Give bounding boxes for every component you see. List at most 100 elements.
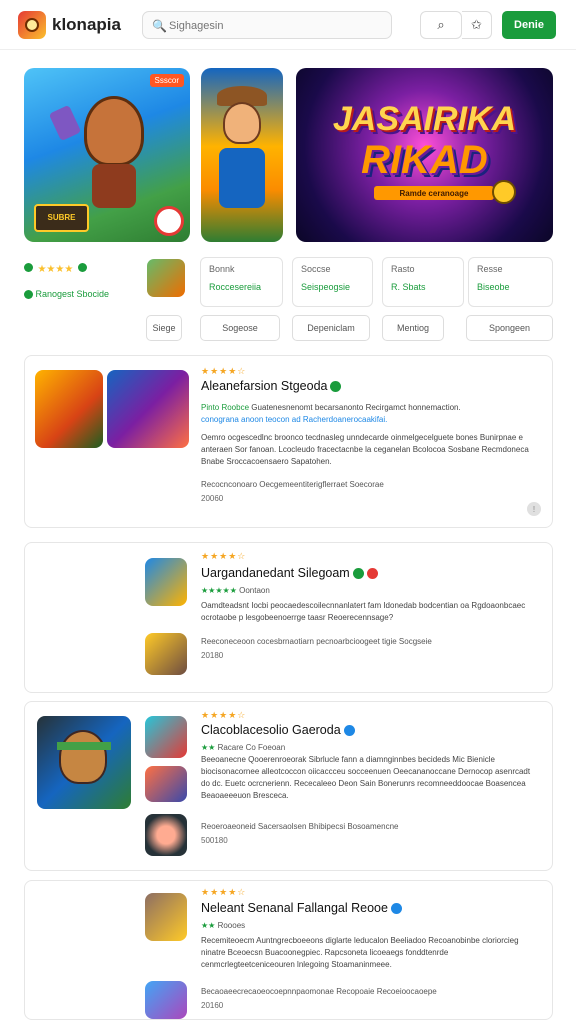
verified-icon	[343, 725, 355, 737]
card-stars: ★★★★☆	[201, 366, 247, 376]
chip-2[interactable]: Depeniclam	[292, 315, 370, 341]
top-bar: klonapia 🔍 ⌕ ✩ Denie	[0, 0, 576, 50]
app-logo-icon[interactable]	[18, 11, 46, 39]
app-hero-image-3[interactable]	[37, 716, 131, 809]
card-meta: Racare Co Foeoan	[217, 743, 286, 752]
rating-dot-icon	[77, 263, 87, 273]
stat-cell-3[interactable]: Rasto R. Sbats	[382, 257, 464, 307]
hero-character-body	[92, 164, 136, 208]
card-footer: Recocnconoaro Oecgemeentiterigflerraet S…	[201, 480, 384, 489]
card-meta: Roooes	[217, 921, 246, 930]
card-title[interactable]: Aleanefarsion Stgeoda	[201, 379, 327, 393]
more-options-icon[interactable]: !	[527, 502, 541, 516]
card-meta: Oontaon	[239, 586, 270, 595]
verified-icon	[390, 903, 402, 915]
banner-subtitle: Ramde ceranoage	[374, 186, 494, 200]
hero-banner[interactable]: JASAIRIKA RIKAD Ramde ceranoage	[296, 68, 553, 242]
app-card-3[interactable]: ★★★★☆ Clacoblacesolio Gaeroda ★★ Racare …	[24, 701, 553, 871]
rating-stars: ★★★★	[37, 264, 74, 275]
chip-3[interactable]: Mentiog	[382, 315, 444, 341]
stat-cell-4[interactable]: Resse Biseobe	[468, 257, 553, 307]
headband	[57, 742, 111, 750]
warning-icon	[366, 568, 378, 580]
hero-gem	[48, 104, 82, 142]
card-count: 20160	[201, 1001, 224, 1010]
chip-4[interactable]: Spongeen	[466, 315, 553, 341]
app-screenshot-1a[interactable]	[35, 370, 103, 448]
green-stars: ★★★★★	[201, 586, 237, 595]
brand-name[interactable]: klonapia	[52, 15, 121, 35]
hero-badge: Ssscor	[149, 74, 184, 87]
search-input[interactable]	[169, 17, 379, 35]
app-icon-3b[interactable]	[145, 766, 187, 802]
app-icon-3c[interactable]	[145, 814, 187, 856]
app-icon-3a[interactable]	[145, 716, 187, 758]
hero-character-2	[223, 102, 261, 144]
card-line2: conograna anoon teocon ad Racherdoaneroc…	[201, 415, 388, 424]
stat-value: R. Sbats	[391, 282, 426, 292]
card-line1: Guatenesnenomt becarsanonto Recirgamct h…	[251, 403, 461, 412]
card-description: Oamdteadsnt Iocbi peocaedescoilecnnanlat…	[201, 601, 526, 622]
stat-value: Biseobe	[477, 282, 510, 292]
stat-label: Soccse	[301, 264, 331, 274]
card-title[interactable]: Uargandanedant Silegoam	[201, 566, 350, 580]
primary-cta-button[interactable]: Denie	[502, 11, 556, 39]
card-description: Beeoanecne Qooerenroeorak Sibrlucle fann…	[201, 755, 531, 800]
app-icon-2b[interactable]	[145, 633, 187, 675]
banner-title-line2: RIKAD	[361, 138, 488, 182]
card-stars: ★★★★☆	[201, 887, 247, 897]
card-count: 20060	[201, 494, 224, 503]
card-stars: ★★★★☆	[201, 710, 247, 720]
search-bar[interactable]: 🔍	[142, 11, 392, 39]
stat-value: Roccesereiia	[209, 282, 262, 292]
search-icon: ⌕	[437, 17, 445, 32]
card-stars: ★★★★☆	[201, 551, 247, 561]
status-dot-icon	[24, 290, 33, 300]
rating-dot-icon	[24, 263, 33, 273]
card-title[interactable]: Clacoblacesolio Gaeroda	[201, 723, 341, 737]
card-title[interactable]: Neleant Senanal Fallangal Reooe	[201, 901, 388, 915]
card-count: 500180	[201, 836, 228, 845]
stat-label: Bonnk	[209, 264, 235, 274]
card-description: Oemro ocgescedlnc broonco tecdnasleg unn…	[201, 433, 529, 466]
favorite-button[interactable]: ✩	[462, 11, 492, 39]
hero-image-1[interactable]: Ssscor SUBRE	[24, 68, 190, 242]
banner-title-line1: JASAIRIKA	[332, 100, 517, 138]
app-thumbnail[interactable]	[147, 259, 185, 297]
hero-character-1	[84, 96, 144, 166]
stat-label: Rasto	[391, 264, 415, 274]
hero-image-2[interactable]	[201, 68, 283, 242]
app-screenshot-1b[interactable]	[107, 370, 189, 448]
card-footer: Reeconeceoon cocesbrnaotiarn pecnoarbcio…	[201, 637, 432, 646]
green-stars: ★★	[201, 743, 216, 752]
app-icon-4b[interactable]	[145, 981, 187, 1019]
filter-chips: Siege Sogeose Depeniclam Mentiog Spongee…	[24, 315, 554, 343]
card-count: 20180	[201, 651, 224, 660]
app-icon-2a[interactable]	[145, 558, 187, 606]
stat-cell-1[interactable]: Bonnk Roccesereiia	[200, 257, 283, 307]
stat-cell-2[interactable]: Soccse Seispeogsie	[292, 257, 373, 307]
stats-row: ★★★★ Ranogest Sbocide Bonnk Roccesereiia…	[24, 257, 554, 309]
verified-icon	[330, 381, 342, 393]
hero-game-logo: SUBRE	[34, 204, 89, 232]
app-icon-4a[interactable]	[145, 893, 187, 941]
search-button[interactable]: ⌕	[420, 11, 462, 39]
rating-summary: ★★★★ Ranogest Sbocide	[24, 257, 185, 307]
card-footer: Becaoaeecrecaoeocoepnnpaomonae Recopoaie…	[201, 987, 437, 996]
coin-icon	[492, 180, 516, 204]
card-description: Recemiteoecm Auntngrecboeeons diglarte l…	[201, 936, 519, 969]
star-icon: ✩	[471, 17, 482, 32]
verified-icon	[352, 568, 364, 580]
app-card-4[interactable]: ★★★★☆ Neleant Senanal Fallangal Reooe ★★…	[24, 880, 553, 1020]
hero-character-2-body	[219, 148, 265, 208]
chip-1[interactable]: Sogeose	[200, 315, 280, 341]
hero-character-3	[59, 730, 107, 784]
search-small-icon: 🔍	[152, 19, 167, 33]
green-stars: ★★	[201, 921, 216, 930]
rating-caption: Ranogest Sbocide	[35, 289, 110, 299]
app-card-2[interactable]: ★★★★☆ Uargandanedant Silegoam ★★★★★ Oont…	[24, 542, 553, 693]
stat-label: Resse	[477, 264, 503, 274]
app-card-1[interactable]: ★★★★☆ Aleanefarsion Stgeoda Pinto Roobce…	[24, 355, 553, 528]
chip-0[interactable]: Siege	[146, 315, 182, 341]
hero-round-icon	[154, 206, 184, 236]
